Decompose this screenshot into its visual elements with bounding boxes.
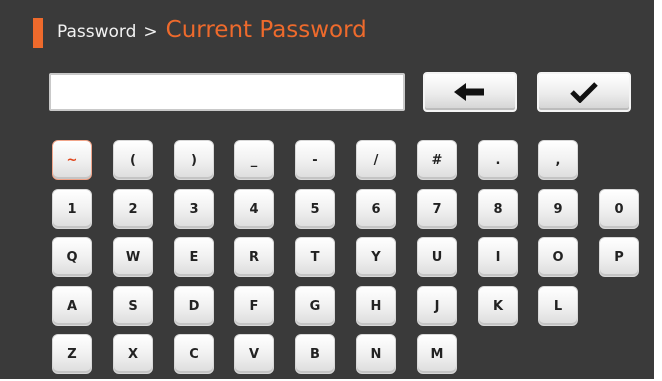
key-button[interactable]: # — [417, 140, 457, 180]
key-button[interactable]: H — [356, 286, 396, 326]
left-arrow-icon — [454, 83, 484, 101]
key-button[interactable]: Y — [356, 237, 396, 277]
key-button[interactable]: P — [599, 237, 639, 277]
key-button[interactable]: 9 — [538, 189, 578, 229]
backspace-button[interactable] — [423, 72, 517, 112]
key-button[interactable]: 3 — [174, 189, 214, 229]
password-screen: Password > Current Password ~ () _ - / #., 1 2 3… — [0, 0, 654, 379]
breadcrumb-separator: > — [143, 22, 158, 42]
key-button[interactable]: X — [113, 334, 153, 374]
password-input[interactable] — [49, 73, 405, 111]
key-button[interactable]: T — [295, 237, 335, 277]
key-button[interactable]: . — [478, 140, 518, 180]
key-button[interactable]: U — [417, 237, 457, 277]
key-button[interactable]: I — [478, 237, 518, 277]
key-button[interactable]: F — [234, 286, 274, 326]
key-button[interactable]: N — [356, 334, 396, 374]
key-button[interactable]: / — [356, 140, 396, 180]
key-button[interactable]: , — [538, 140, 578, 180]
key-button[interactable]: R — [234, 237, 274, 277]
key-button[interactable]: B — [295, 334, 335, 374]
key-button[interactable]: G — [295, 286, 335, 326]
key-button[interactable]: ( — [113, 140, 153, 180]
key-button[interactable]: V — [234, 334, 274, 374]
key-button[interactable]: J — [417, 286, 457, 326]
key-button[interactable]: S — [113, 286, 153, 326]
confirm-button[interactable] — [537, 72, 631, 112]
key-button[interactable]: C — [174, 334, 214, 374]
key-button[interactable]: 2 — [113, 189, 153, 229]
breadcrumb-parent: Password — [57, 22, 137, 42]
key-button[interactable]: K — [478, 286, 518, 326]
key-button[interactable]: 5 — [295, 189, 335, 229]
key-button[interactable]: _ — [234, 140, 274, 180]
key-button[interactable]: 7 — [417, 189, 457, 229]
key-button[interactable]: E — [174, 237, 214, 277]
key-button[interactable]: ) — [174, 140, 214, 180]
page-title: Current Password — [165, 17, 367, 43]
key-button[interactable]: 4 — [234, 189, 274, 229]
key-button[interactable]: L — [538, 286, 578, 326]
title-accent-bar — [33, 18, 43, 48]
key-button[interactable]: Z — [52, 334, 92, 374]
key-button[interactable]: 1 — [52, 189, 92, 229]
breadcrumb: Password > Current Password — [57, 17, 367, 49]
key-button[interactable]: M — [417, 334, 457, 374]
key-button[interactable]: ~ — [52, 140, 92, 180]
key-button[interactable]: - — [295, 140, 335, 180]
key-button[interactable]: A — [52, 286, 92, 326]
key-button[interactable]: Q — [52, 237, 92, 277]
key-button[interactable]: 6 — [356, 189, 396, 229]
key-button[interactable]: 8 — [478, 189, 518, 229]
key-button[interactable]: O — [538, 237, 578, 277]
key-button[interactable]: 0 — [599, 189, 639, 229]
key-button[interactable]: W — [113, 237, 153, 277]
checkmark-icon — [570, 82, 598, 103]
key-button[interactable]: D — [174, 286, 214, 326]
